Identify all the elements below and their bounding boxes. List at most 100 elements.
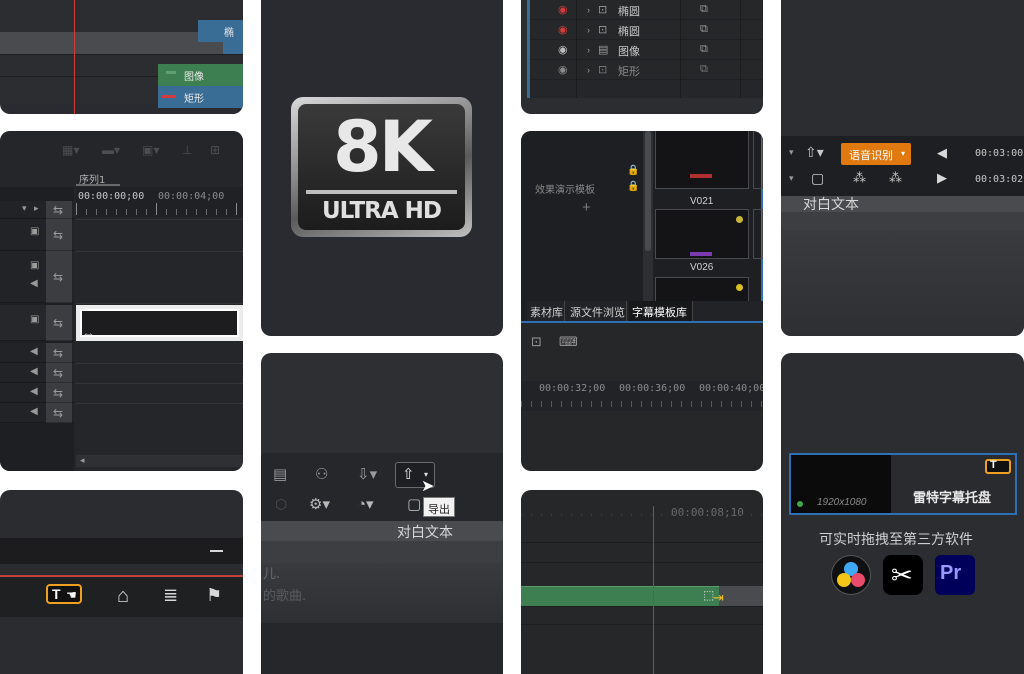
screen-icon[interactable]: ⊡ [531,335,542,348]
thumb-card[interactable]: V026 [655,209,749,273]
category-item[interactable]: 效果演示模板 [535,181,595,196]
lock-icon[interactable]: 🔒 [627,181,639,192]
clip-rect[interactable]: 矩形 [158,86,243,108]
footprints-icon[interactable]: ⁂ [853,171,866,184]
thumb-card[interactable]: V021 [655,131,749,207]
scroll-thumb[interactable] [645,131,651,251]
link-icon[interactable]: ⧉ [700,3,708,16]
minimize-icon[interactable] [210,550,223,552]
subtitle-track[interactable]: 对白文本 [261,521,503,541]
lock-icon[interactable]: 🔒 [627,165,639,176]
davinci-resolve-icon [831,555,871,595]
visibility-hidden-icon[interactable]: ◉ [558,3,568,16]
eye-icon[interactable]: ◉ [558,63,568,76]
speaker-icon[interactable]: ◀ [30,407,38,417]
tab-material[interactable]: 素材库 [527,301,565,321]
time-ruler[interactable]: 00:00:00;00 00:00:04;00 [76,187,243,217]
arrow-down-icon[interactable]: ▾ [22,204,27,213]
speaker-icon[interactable]: ◀ [30,387,38,397]
keyboard-icon[interactable]: ⌨ [559,335,578,348]
layer-row[interactable]: ◉ › ⊡ 椭圆 ⧉ [530,0,763,20]
import-icon[interactable]: ⇩▾ [357,467,377,482]
scroll-left-icon[interactable]: ◂ [80,456,85,465]
chevron-down-icon[interactable]: ▾ [901,149,905,158]
pin-icon[interactable]: ⊥ [182,144,192,156]
align-icon[interactable]: ≣ [163,586,178,604]
layers-icon[interactable]: ▦▾ [62,144,79,156]
trim-cursor-icon[interactable]: ⇥ [713,591,724,604]
track-swap-button[interactable]: ⇆ [46,403,72,423]
film-icon[interactable]: ▣ [30,261,39,271]
note-icon[interactable]: ▢ [407,497,421,512]
link-icon[interactable]: ⧉ [700,23,708,36]
time-ruler[interactable]: 00:00:32;00 00:00:36;00 00:00:40;00 [521,381,763,411]
eye-icon[interactable]: ◉ [558,43,568,56]
track-swap-button[interactable]: ⇆ [46,363,72,383]
home-icon[interactable]: ⌂ [117,586,129,606]
arrow-right-icon[interactable]: ▸ [34,204,39,213]
film-icon[interactable]: ▣ [30,227,39,237]
playhead-line[interactable] [74,0,75,114]
expand-icon[interactable]: › [587,45,590,55]
subtitle-track[interactable]: 对白文本 [781,196,1024,213]
chevron-down-icon[interactable]: ▾ [789,174,794,183]
scrollbar[interactable] [643,131,653,301]
speaker-icon[interactable]: ◀ [30,347,38,357]
link-icon[interactable]: ⧉ [700,43,708,56]
playhead-line[interactable] [653,506,654,674]
timer-icon[interactable]: ◔▾ [357,497,374,512]
tray-preview[interactable]: 1920x1080 T 雷特字幕托盘 [789,453,1017,515]
track-swap-button[interactable]: ⇆ [46,219,72,251]
grid-icon[interactable]: ⊞ [210,144,220,156]
footprints-icon[interactable]: ⁂ [889,171,902,184]
film-icon[interactable]: ▣ [30,315,39,325]
speech-recognition-button[interactable]: 语音识别 ▾ [841,143,911,165]
layer-row[interactable]: ◉ › ⊡ 矩形 ⧉ [530,60,763,80]
expand-icon[interactable]: › [587,65,590,75]
thumb-preview [690,174,712,178]
horizontal-scrollbar[interactable]: ◂ [76,455,243,467]
save-icon[interactable]: ▣▾ [142,144,159,156]
chevron-down-icon[interactable]: ▾ [789,148,794,157]
thumb-card-right[interactable] [753,209,763,259]
subtitle-clip-selected[interactable] [76,305,243,341]
track-swap-button[interactable]: ⇆ [46,305,72,341]
save-project-icon[interactable]: ▤ [273,467,287,482]
tab-sequence[interactable]: 序列1 [76,169,120,186]
thumb-card-right[interactable] [753,131,763,189]
track-lane [76,219,243,220]
clip-ellipse[interactable]: 椭圆 [198,20,243,54]
shield-icon[interactable]: ⬡ [275,497,287,511]
track-swap-button[interactable]: ⇆ [46,251,72,303]
gray-clip[interactable] [719,586,763,606]
speaker-icon[interactable]: ◀ [30,367,38,377]
speaker-icon[interactable]: ◀ [30,279,38,289]
expand-icon[interactable]: › [587,25,590,35]
share-nodes-icon[interactable]: ⚇ [315,467,328,482]
subtitle-tray-button[interactable]: T ☚ [46,584,82,604]
note-icon[interactable]: ▢ [811,171,824,185]
link-icon[interactable]: ⧉ [700,63,708,76]
track-swap-button[interactable]: ⇆ [46,343,72,363]
layer-row[interactable]: ◉ › ▤ 图像 ⧉ [530,40,763,60]
folder-icon[interactable]: ▬▾ [102,144,120,156]
visibility-hidden-icon[interactable]: ◉ [558,23,568,36]
expand-icon[interactable]: › [587,5,590,15]
gear-icon[interactable]: ⚙▾ [309,497,330,512]
next-marker-icon[interactable]: ▶ [937,171,947,184]
ruler-timecode: 00:00:00;00 [78,191,145,202]
export-icon[interactable]: ⇧▾ [805,145,824,159]
track-swap-button[interactable]: ⇆ [46,383,72,403]
layer-name: 椭圆 [618,5,640,18]
subtitle-tray-icon: T [985,459,1011,474]
green-clip[interactable] [521,586,719,606]
column-divider [576,0,577,98]
clip-image[interactable]: 图像 [158,64,243,86]
tab-subtitle-templates[interactable]: 字幕模板库 [629,301,693,321]
prev-marker-icon[interactable]: ◀ [937,146,947,159]
add-icon[interactable]: + [582,199,591,216]
layer-row[interactable]: ◉ › ⊡ 椭圆 ⧉ [530,20,763,40]
tab-source-browser[interactable]: 源文件浏览 [567,301,627,321]
signpost-icon[interactable]: ⚑ [206,586,222,604]
track-swap-button[interactable]: ⇆ [46,201,72,219]
